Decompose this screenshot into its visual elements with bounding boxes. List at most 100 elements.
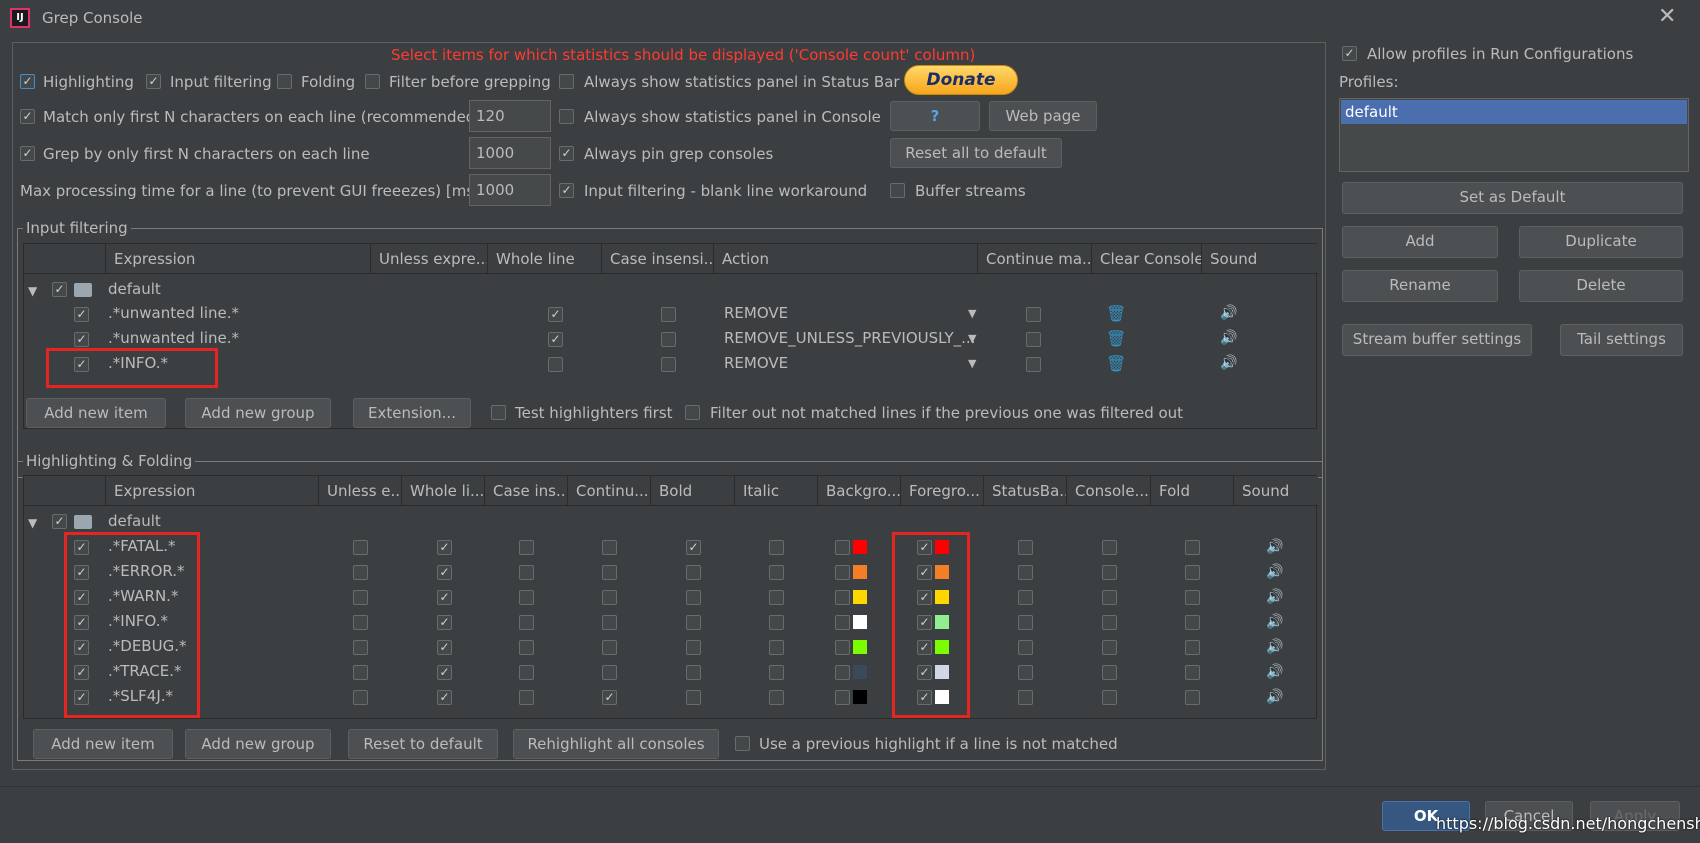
whole-line-checkbox[interactable]	[548, 332, 563, 347]
filter-before-checkbox[interactable]	[365, 74, 380, 89]
reset-to-default-button[interactable]: Reset to default	[348, 729, 498, 759]
case-checkbox[interactable]	[519, 565, 534, 580]
italic-checkbox[interactable]	[769, 590, 784, 605]
bold-checkbox[interactable]	[686, 690, 701, 705]
continue-checkbox[interactable]	[602, 565, 617, 580]
background-color-swatch[interactable]	[853, 665, 867, 679]
speaker-icon[interactable]: 🔊	[1266, 689, 1283, 705]
col-sound[interactable]: Sound	[1202, 244, 1318, 274]
col-background[interactable]: Backgro...	[818, 476, 901, 506]
statusbar-checkbox[interactable]	[1018, 565, 1033, 580]
buffer-streams-checkbox[interactable]	[890, 183, 905, 198]
dropdown-arrow-icon[interactable]: ▼	[968, 332, 976, 345]
expand-triangle-icon[interactable]: ▼	[28, 284, 37, 298]
col-fold[interactable]: Fold	[1151, 476, 1234, 506]
italic-checkbox[interactable]	[769, 665, 784, 680]
profile-item-default[interactable]: default	[1341, 100, 1687, 124]
whole-line-checkbox[interactable]	[437, 640, 452, 655]
whole-line-checkbox[interactable]	[437, 690, 452, 705]
col-unless[interactable]: Unless e...	[319, 476, 402, 506]
highlighting-checkbox[interactable]	[20, 74, 35, 89]
unless-checkbox[interactable]	[353, 565, 368, 580]
col-sound[interactable]: Sound	[1234, 476, 1318, 506]
statusbar-checkbox[interactable]	[1018, 640, 1033, 655]
row-checkbox[interactable]	[74, 307, 89, 322]
statusbar-checkbox[interactable]	[1018, 540, 1033, 555]
tail-settings-button[interactable]: Tail settings	[1560, 324, 1683, 356]
whole-line-checkbox[interactable]	[437, 615, 452, 630]
continue-checkbox[interactable]	[1026, 307, 1041, 322]
col-italic[interactable]: Italic	[735, 476, 818, 506]
speaker-icon[interactable]: 🔊	[1266, 614, 1283, 630]
background-color-swatch[interactable]	[853, 615, 867, 629]
bold-checkbox[interactable]	[686, 665, 701, 680]
fold-checkbox[interactable]	[1185, 640, 1200, 655]
continue-checkbox[interactable]	[602, 690, 617, 705]
bold-checkbox[interactable]	[686, 590, 701, 605]
input-filtering-checkbox[interactable]	[146, 74, 161, 89]
match-first-n-input[interactable]: 120	[469, 100, 551, 132]
profiles-list[interactable]: default	[1339, 98, 1689, 172]
help-button[interactable]: ?	[890, 101, 980, 131]
add-new-group-button[interactable]: Add new group	[185, 398, 331, 428]
speaker-icon[interactable]: 🔊	[1220, 355, 1237, 371]
dropdown-arrow-icon[interactable]: ▼	[968, 307, 976, 320]
italic-checkbox[interactable]	[769, 615, 784, 630]
console-checkbox[interactable]	[1102, 565, 1117, 580]
filter-out-checkbox[interactable]	[685, 405, 700, 420]
col-statusbar[interactable]: StatusBa...	[984, 476, 1067, 506]
italic-checkbox[interactable]	[769, 565, 784, 580]
whole-line-checkbox[interactable]	[437, 565, 452, 580]
col-expression[interactable]: Expression	[106, 244, 371, 274]
col-action[interactable]: Action	[714, 244, 978, 274]
row-action[interactable]: REMOVE	[724, 354, 788, 372]
folding-checkbox[interactable]	[277, 74, 292, 89]
group-checkbox[interactable]	[52, 282, 67, 297]
delete-profile-button[interactable]: Delete	[1519, 270, 1683, 302]
case-checkbox[interactable]	[519, 640, 534, 655]
background-checkbox[interactable]	[835, 565, 850, 580]
col-expression[interactable]: Expression	[106, 476, 319, 506]
fold-checkbox[interactable]	[1185, 615, 1200, 630]
background-color-swatch[interactable]	[853, 640, 867, 654]
italic-checkbox[interactable]	[769, 690, 784, 705]
add-new-group-button[interactable]: Add new group	[185, 729, 331, 759]
add-profile-button[interactable]: Add	[1342, 226, 1498, 258]
continue-checkbox[interactable]	[602, 615, 617, 630]
reset-all-button[interactable]: Reset all to default	[890, 138, 1062, 168]
console-checkbox[interactable]	[1102, 640, 1117, 655]
col-unless[interactable]: Unless expre...	[371, 244, 488, 274]
speaker-icon[interactable]: 🔊	[1266, 564, 1283, 580]
stats-status-bar-checkbox[interactable]	[559, 74, 574, 89]
italic-checkbox[interactable]	[769, 640, 784, 655]
background-checkbox[interactable]	[835, 615, 850, 630]
duplicate-profile-button[interactable]: Duplicate	[1519, 226, 1683, 258]
statusbar-checkbox[interactable]	[1018, 665, 1033, 680]
case-checkbox[interactable]	[519, 615, 534, 630]
web-page-button[interactable]: Web page	[989, 101, 1097, 131]
background-checkbox[interactable]	[835, 665, 850, 680]
unless-checkbox[interactable]	[353, 590, 368, 605]
whole-line-checkbox[interactable]	[437, 540, 452, 555]
trash-icon[interactable]: 🗑	[1106, 304, 1126, 323]
extension-button[interactable]: Extension...	[353, 398, 471, 428]
background-color-swatch[interactable]	[853, 565, 867, 579]
col-continue[interactable]: Continu...	[568, 476, 651, 506]
continue-checkbox[interactable]	[602, 590, 617, 605]
continue-checkbox[interactable]	[602, 640, 617, 655]
speaker-icon[interactable]: 🔊	[1266, 589, 1283, 605]
fold-checkbox[interactable]	[1185, 565, 1200, 580]
expand-triangle-icon[interactable]: ▼	[28, 516, 37, 530]
bold-checkbox[interactable]	[686, 640, 701, 655]
console-checkbox[interactable]	[1102, 590, 1117, 605]
case-checkbox[interactable]	[661, 307, 676, 322]
statusbar-checkbox[interactable]	[1018, 590, 1033, 605]
background-checkbox[interactable]	[835, 590, 850, 605]
background-checkbox[interactable]	[835, 690, 850, 705]
background-color-swatch[interactable]	[853, 690, 867, 704]
group-checkbox[interactable]	[52, 514, 67, 529]
max-processing-input[interactable]: 1000	[469, 174, 551, 206]
continue-checkbox[interactable]	[1026, 332, 1041, 347]
col-whole-line[interactable]: Whole li...	[402, 476, 485, 506]
donate-button[interactable]: Donate	[904, 65, 1018, 95]
